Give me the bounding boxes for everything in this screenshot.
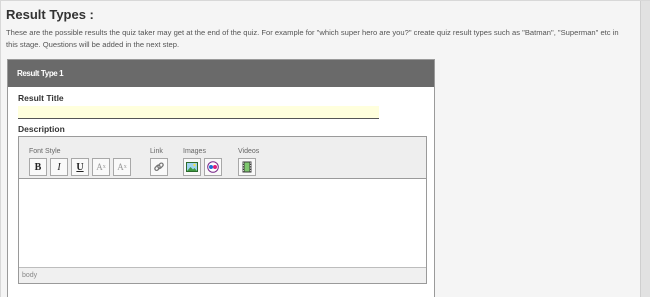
intro-line-1: These are the possible results the quiz … [6, 28, 619, 37]
result-type-panel: Result Type 1 Result Title Description F… [7, 59, 435, 297]
insert-image-button[interactable] [183, 158, 201, 176]
font-style-label: Font Style [29, 148, 61, 155]
right-scroll-edge [640, 1, 650, 297]
underline-button[interactable]: U [71, 158, 89, 176]
picture-icon [186, 162, 198, 172]
italic-button[interactable]: I [50, 158, 68, 176]
insert-video-button[interactable] [238, 158, 256, 176]
videos-group: Videos [238, 147, 259, 176]
chain-link-icon [154, 162, 164, 172]
link-label: Link [150, 148, 163, 155]
description-editor: Font Style B I U Ax Ax Link Images Video… [18, 136, 427, 284]
description-text-area[interactable] [19, 179, 426, 267]
link-group: Link [150, 147, 171, 176]
page-frame: Result Types : These are the possible re… [0, 0, 650, 297]
subscript-button[interactable]: Ax [92, 158, 110, 176]
images-label: Images [183, 148, 206, 155]
result-title-input[interactable] [18, 106, 379, 119]
editor-status-path: body [19, 267, 426, 283]
section-title: Result Types : [6, 7, 94, 22]
editor-toolbar: Font Style B I U Ax Ax Link Images Video… [19, 137, 426, 179]
font-style-group: Font Style B I U Ax Ax [29, 147, 134, 176]
videos-label: Videos [238, 148, 260, 155]
insert-link-button[interactable] [150, 158, 168, 176]
intro-line-2: this stage. Questions will be added in t… [6, 40, 180, 49]
film-strip-icon [242, 161, 252, 173]
flickr-icon [207, 161, 219, 173]
result-title-label: Result Title [18, 93, 64, 103]
description-label: Description [18, 124, 65, 134]
bold-button[interactable]: B [29, 158, 47, 176]
superscript-button[interactable]: Ax [113, 158, 131, 176]
images-group: Images [183, 147, 225, 176]
section-intro: These are the possible results the quiz … [6, 27, 640, 51]
result-type-header: Result Type 1 [8, 60, 434, 87]
insert-flickr-button[interactable] [204, 158, 222, 176]
